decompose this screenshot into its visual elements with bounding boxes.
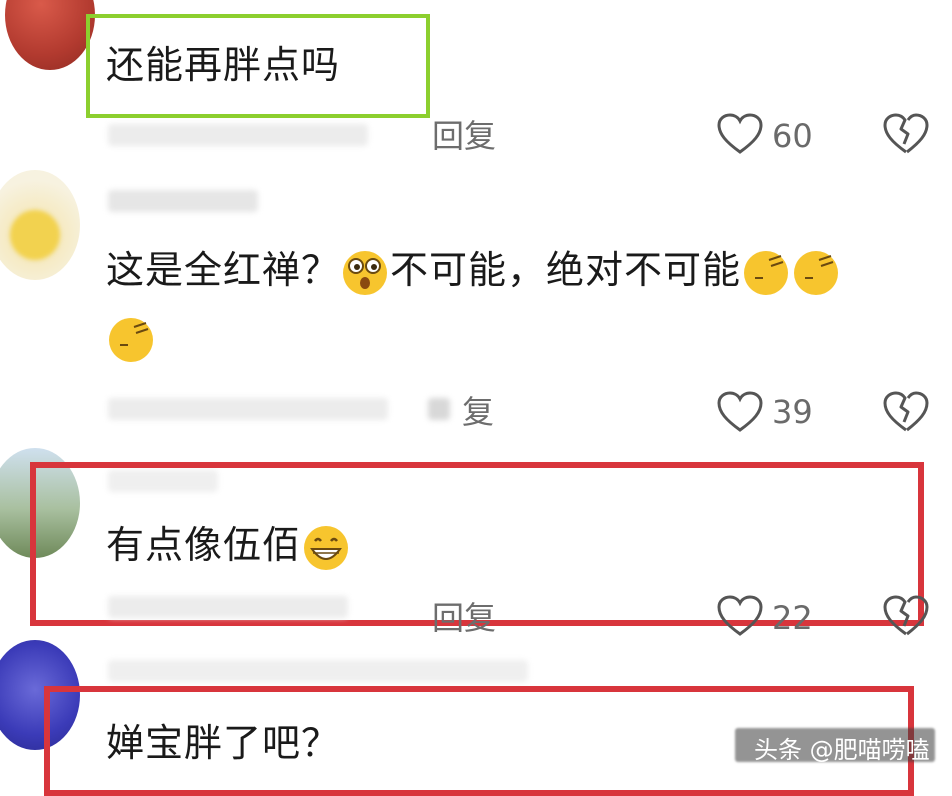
comment-text: 还能再胖点吗 [106, 43, 341, 87]
avatar[interactable] [5, 0, 95, 70]
username-blurred [108, 660, 528, 682]
username-blurred [108, 190, 258, 212]
reply-button[interactable]: 回复 [432, 598, 496, 638]
comment-text-part: 不可能，绝对不可能 [390, 248, 742, 292]
like-count: 39 [772, 393, 813, 431]
comment-meta-blurred [108, 596, 348, 618]
broken-heart-icon[interactable] [882, 112, 930, 156]
smirk-emoji-icon [106, 315, 156, 365]
comment-text-part: 这是全红禅？ [106, 248, 341, 292]
watermark: 头条 @肥喵唠嗑 [754, 736, 930, 764]
reply-button[interactable]: 回复 [432, 116, 496, 156]
surprised-emoji-icon [340, 248, 390, 298]
comment-text: 有点像伍佰 [106, 520, 351, 573]
avatar-figure [10, 210, 60, 260]
smirk-emoji-icon [741, 248, 791, 298]
comment-meta-blurred [108, 124, 368, 146]
smirk-emoji-icon [791, 248, 841, 298]
heart-outline-icon[interactable] [716, 594, 764, 638]
comment-text: 婵宝胖了吧？ [106, 721, 341, 765]
like-count: 22 [772, 599, 813, 637]
reply-button[interactable]: 复 [462, 392, 494, 432]
avatar[interactable] [0, 170, 80, 280]
grin-emoji-icon [301, 523, 351, 573]
broken-heart-icon[interactable] [882, 390, 930, 434]
comment-text: 这是全红禅？ 不可能，绝对不可能 [106, 245, 841, 298]
comment-meta-blurred [108, 398, 388, 420]
reply-blurred [428, 398, 450, 420]
heart-outline-icon[interactable] [716, 390, 764, 434]
broken-heart-icon[interactable] [882, 594, 930, 638]
like-count: 60 [772, 117, 813, 155]
heart-outline-icon[interactable] [716, 112, 764, 156]
comment-text-part: 有点像伍佰 [106, 523, 302, 567]
